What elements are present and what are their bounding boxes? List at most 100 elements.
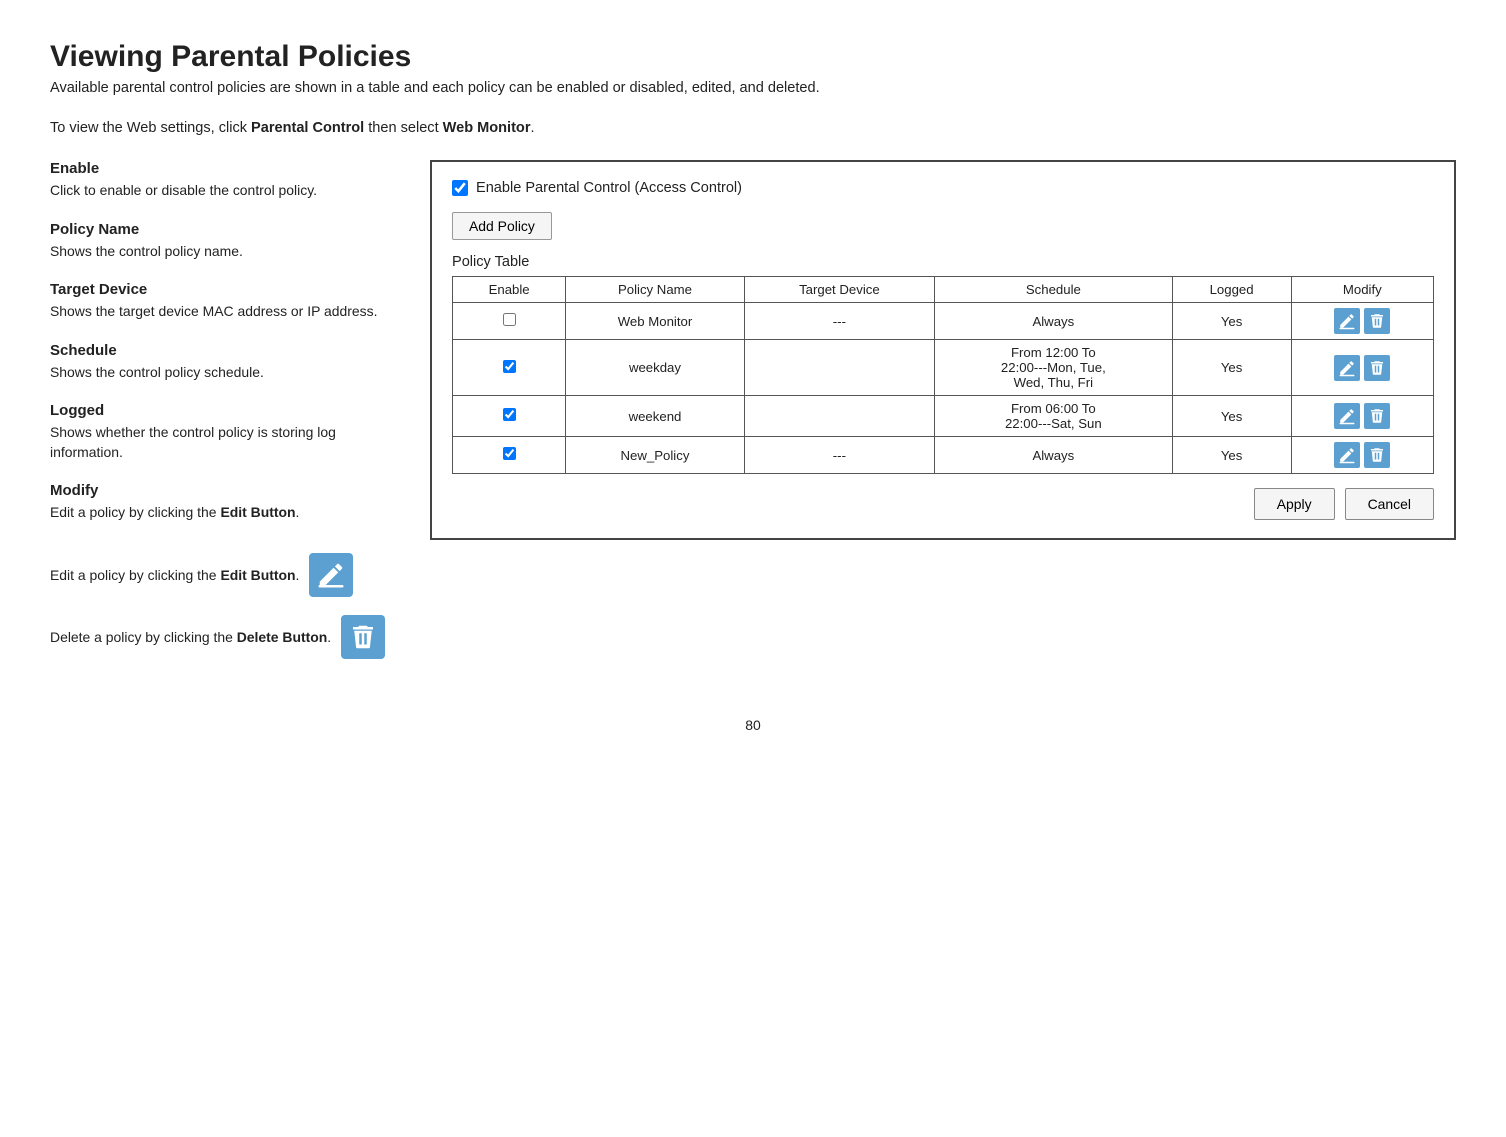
section-enable-title: Enable xyxy=(50,160,390,177)
section-policy-name-desc: Shows the control policy name. xyxy=(50,242,390,262)
edit-icon xyxy=(1338,359,1356,377)
row4-logged: Yes xyxy=(1172,437,1291,474)
row3-schedule: From 06:00 To22:00---Sat, Sun xyxy=(935,396,1173,437)
row3-modify xyxy=(1291,396,1433,437)
table-body: Web Monitor --- Always Yes xyxy=(453,303,1434,474)
row1-enable-checkbox[interactable] xyxy=(503,313,516,326)
trash-icon xyxy=(1368,446,1386,464)
col-schedule: Schedule xyxy=(935,277,1173,303)
row4-modify-icons xyxy=(1300,442,1425,468)
row2-schedule: From 12:00 To22:00---Mon, Tue,Wed, Thu, … xyxy=(935,340,1173,396)
policy-table: Enable Policy Name Target Device Schedul… xyxy=(452,276,1434,474)
section-logged-title: Logged xyxy=(50,402,390,419)
apply-button[interactable]: Apply xyxy=(1254,488,1335,520)
col-target-device: Target Device xyxy=(744,277,934,303)
row4-modify xyxy=(1291,437,1433,474)
bottom-icons: Edit a policy by clicking the Edit Butto… xyxy=(50,553,390,659)
row4-policy-name: New_Policy xyxy=(566,437,744,474)
row4-enable-checkbox[interactable] xyxy=(503,447,516,460)
section-modify-title: Modify xyxy=(50,482,390,499)
section-enable-desc: Click to enable or disable the control p… xyxy=(50,181,390,201)
enable-parental-label: Enable Parental Control (Access Control) xyxy=(476,180,742,196)
edit-icon xyxy=(1338,407,1356,425)
row1-schedule: Always xyxy=(935,303,1173,340)
intro-bold2: Web Monitor xyxy=(443,120,531,136)
edit-icon xyxy=(316,560,346,590)
action-buttons: Apply Cancel xyxy=(452,488,1434,520)
edit-icon xyxy=(1338,446,1356,464)
row4-target-device: --- xyxy=(744,437,934,474)
section-target-device-desc: Shows the target device MAC address or I… xyxy=(50,302,390,322)
row3-logged: Yes xyxy=(1172,396,1291,437)
section-target-device: Target Device Shows the target device MA… xyxy=(50,281,390,322)
add-policy-button[interactable]: Add Policy xyxy=(452,212,552,240)
table-header: Enable Policy Name Target Device Schedul… xyxy=(453,277,1434,303)
row3-edit-button[interactable] xyxy=(1334,403,1360,429)
row1-modify xyxy=(1291,303,1433,340)
enable-parental-row: Enable Parental Control (Access Control) xyxy=(452,180,1434,196)
left-column: Enable Click to enable or disable the co… xyxy=(50,160,390,677)
edit-icon xyxy=(1338,312,1356,330)
page-intro: To view the Web settings, click Parental… xyxy=(50,120,1456,136)
row3-policy-name: weekend xyxy=(566,396,744,437)
intro-bold1: Parental Control xyxy=(251,120,364,136)
section-policy-name: Policy Name Shows the control policy nam… xyxy=(50,221,390,262)
row4-edit-button[interactable] xyxy=(1334,442,1360,468)
row3-delete-button[interactable] xyxy=(1364,403,1390,429)
row2-enable-checkbox[interactable] xyxy=(503,360,516,373)
page-subtitle: Available parental control policies are … xyxy=(50,80,1456,96)
row2-logged: Yes xyxy=(1172,340,1291,396)
row2-policy-name: weekday xyxy=(566,340,744,396)
row2-modify xyxy=(1291,340,1433,396)
section-enable: Enable Click to enable or disable the co… xyxy=(50,160,390,201)
col-modify: Modify xyxy=(1291,277,1433,303)
row3-enable xyxy=(453,396,566,437)
page-title: Viewing Parental Policies xyxy=(50,40,1456,74)
row2-delete-button[interactable] xyxy=(1364,355,1390,381)
row2-enable xyxy=(453,340,566,396)
section-modify: Modify Edit a policy by clicking the Edi… xyxy=(50,482,390,523)
row3-modify-icons xyxy=(1300,403,1425,429)
policy-table-title: Policy Table xyxy=(452,254,1434,270)
table-row: weekday From 12:00 To22:00---Mon, Tue,We… xyxy=(453,340,1434,396)
section-target-device-title: Target Device xyxy=(50,281,390,298)
section-schedule-title: Schedule xyxy=(50,342,390,359)
col-enable: Enable xyxy=(453,277,566,303)
row3-target-device xyxy=(744,396,934,437)
row1-enable xyxy=(453,303,566,340)
enable-parental-checkbox[interactable] xyxy=(452,180,468,196)
edit-button-row: Edit a policy by clicking the Edit Butto… xyxy=(50,553,390,597)
edit-button-desc: Edit a policy by clicking the Edit Butto… xyxy=(50,567,299,583)
row1-policy-name: Web Monitor xyxy=(566,303,744,340)
page-number: 80 xyxy=(50,717,1456,733)
col-logged: Logged xyxy=(1172,277,1291,303)
table-header-row: Enable Policy Name Target Device Schedul… xyxy=(453,277,1434,303)
row2-target-device xyxy=(744,340,934,396)
table-row: weekend From 06:00 To22:00---Sat, Sun Ye… xyxy=(453,396,1434,437)
table-row: New_Policy --- Always Yes xyxy=(453,437,1434,474)
section-logged: Logged Shows whether the control policy … xyxy=(50,402,390,462)
right-panel: Enable Parental Control (Access Control)… xyxy=(430,160,1456,540)
delete-icon-box[interactable] xyxy=(341,615,385,659)
row1-modify-icons xyxy=(1300,308,1425,334)
cancel-button[interactable]: Cancel xyxy=(1345,488,1434,520)
section-schedule-desc: Shows the control policy schedule. xyxy=(50,363,390,383)
col-policy-name: Policy Name xyxy=(566,277,744,303)
row4-schedule: Always xyxy=(935,437,1173,474)
row3-enable-checkbox[interactable] xyxy=(503,408,516,421)
section-logged-desc: Shows whether the control policy is stor… xyxy=(50,423,390,462)
delete-button-row: Delete a policy by clicking the Delete B… xyxy=(50,615,390,659)
section-schedule: Schedule Shows the control policy schedu… xyxy=(50,342,390,383)
delete-button-desc: Delete a policy by clicking the Delete B… xyxy=(50,629,331,645)
row1-edit-button[interactable] xyxy=(1334,308,1360,334)
trash-icon xyxy=(1368,407,1386,425)
row1-delete-button[interactable] xyxy=(1364,308,1390,334)
row4-delete-button[interactable] xyxy=(1364,442,1390,468)
delete-icon xyxy=(348,622,378,652)
main-layout: Enable Click to enable or disable the co… xyxy=(50,160,1456,677)
edit-icon-box[interactable] xyxy=(309,553,353,597)
table-row: Web Monitor --- Always Yes xyxy=(453,303,1434,340)
row2-edit-button[interactable] xyxy=(1334,355,1360,381)
trash-icon xyxy=(1368,359,1386,377)
row1-logged: Yes xyxy=(1172,303,1291,340)
